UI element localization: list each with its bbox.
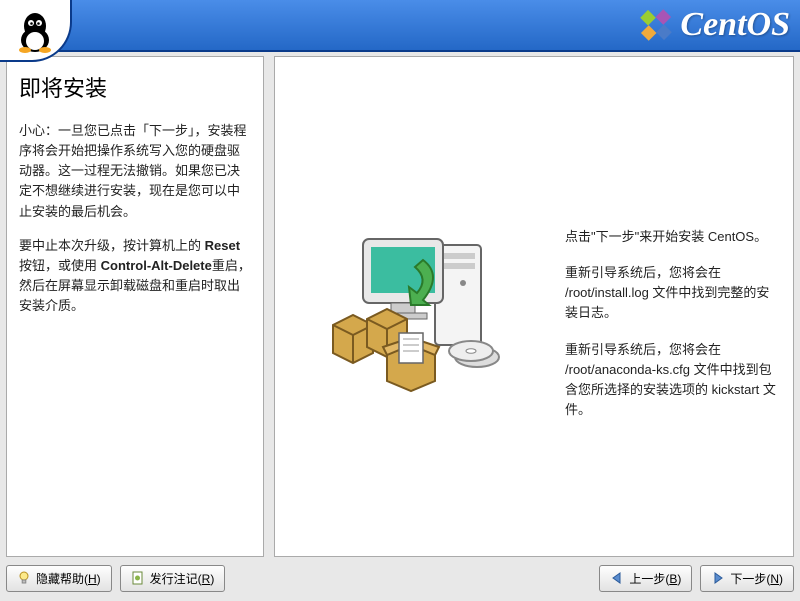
lightbulb-icon — [17, 571, 31, 585]
main-area: 即将安装 小心：一旦您已点击「下一步」，安装程序将会开始把操作系统写入您的硬盘驱… — [6, 56, 794, 557]
next-button[interactable]: 下一步(N) — [700, 565, 794, 592]
help-panel: 即将安装 小心：一旦您已点击「下一步」，安装程序将会开始把操作系统写入您的硬盘驱… — [6, 56, 264, 557]
help-paragraph-1: 小心：一旦您已点击「下一步」，安装程序将会开始把操作系统写入您的硬盘驱动器。这一… — [19, 121, 251, 222]
header: CentOS — [0, 0, 800, 52]
centos-logo-icon — [638, 7, 674, 43]
footer: 隐藏帮助(H) 发行注记(R) 上一步(B) 下一步(N) — [6, 561, 794, 595]
info-text: 点击"下一步"来开始安装 CentOS。 重新引导系统后，您将会在 /root/… — [565, 227, 779, 436]
brand-text: CentOS — [680, 6, 790, 44]
install-illustration — [323, 205, 533, 395]
hide-help-button[interactable]: 隐藏帮助(H) — [6, 565, 112, 592]
content-panel: 点击"下一步"来开始安装 CentOS。 重新引导系统后，您将会在 /root/… — [274, 56, 794, 557]
release-notes-button[interactable]: 发行注记(R) — [120, 565, 226, 592]
triangle-left-icon — [610, 571, 624, 585]
info-paragraph-2: 重新引导系统后，您将会在 /root/install.log 文件中找到完整的安… — [565, 263, 779, 323]
help-title: 即将安装 — [19, 71, 251, 103]
tux-icon — [13, 6, 57, 54]
help-body: 小心：一旦您已点击「下一步」，安装程序将会开始把操作系统写入您的硬盘驱动器。这一… — [19, 121, 251, 316]
info-paragraph-1: 点击"下一步"来开始安装 CentOS。 — [565, 227, 779, 247]
tux-badge — [0, 0, 72, 62]
document-icon — [131, 571, 145, 585]
help-paragraph-2: 要中止本次升级，按计算机上的 Reset 按钮，或使用 Control-Alt-… — [19, 236, 251, 317]
centos-brand: CentOS — [638, 6, 790, 44]
info-paragraph-3: 重新引导系统后，您将会在 /root/anaconda-ks.cfg 文件中找到… — [565, 340, 779, 421]
back-button[interactable]: 上一步(B) — [599, 565, 692, 592]
triangle-right-icon — [711, 571, 725, 585]
